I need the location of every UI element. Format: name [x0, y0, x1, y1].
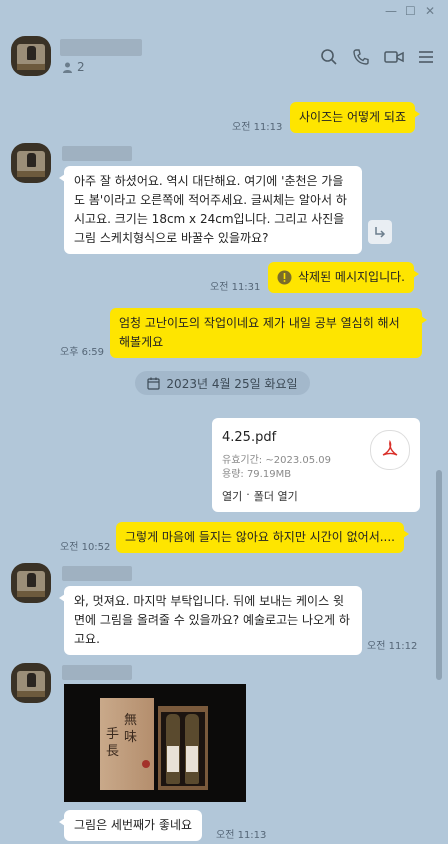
maximize-button[interactable]: ☐	[405, 4, 416, 18]
deleted-message-text: 삭제된 메시지입니다.	[298, 270, 405, 284]
friend-avatar[interactable]	[11, 143, 51, 183]
person-icon	[63, 62, 72, 73]
my-message-bubble[interactable]: 엄청 고난이도의 작업이네요 제가 내일 공부 열심히 해서 해볼게요	[110, 308, 427, 358]
my-message-bubble[interactable]: 사이즈는 어떻게 되죠	[290, 102, 420, 133]
menu-icon[interactable]	[418, 49, 434, 65]
file-expiry: 유효기간: ~2023.05.09	[222, 455, 331, 466]
open-file-link[interactable]: 열기	[222, 488, 242, 504]
friend-avatar[interactable]	[11, 563, 51, 603]
date-divider: 2023년 4월 25일 화요일	[135, 371, 310, 395]
message-time: 오후 6:59	[60, 347, 105, 358]
file-name: 4.25.pdf	[222, 430, 277, 445]
case-text-left: 手長	[106, 727, 120, 759]
calendar-icon	[147, 377, 161, 390]
link-separator: ·	[246, 488, 250, 501]
message-time: 오전 11:13	[216, 830, 267, 841]
file-size: 용량: 79.19MB	[222, 469, 292, 480]
deleted-message-bubble[interactable]: 삭제된 메시지입니다.	[268, 262, 419, 293]
minimize-button[interactable]: —	[385, 4, 397, 18]
friend-avatar[interactable]	[11, 663, 51, 703]
chat-avatar[interactable]	[11, 36, 51, 76]
friend-message-bubble[interactable]: 와, 멋져요. 마지막 부탁입니다. 뒤에 보내는 케이스 윗면에 그림을 올려…	[59, 586, 362, 655]
friend-name-blurred	[62, 566, 132, 581]
friend-message-bubble[interactable]: 아주 잘 하셨어요. 역시 대단해요. 여기에 '춘천은 가을도 봄'이라고 오…	[59, 166, 362, 254]
message-time: 오전 10:52	[60, 542, 111, 553]
scrollbar-thumb[interactable]	[436, 470, 442, 680]
phone-icon[interactable]	[352, 48, 370, 66]
bottle-box-image	[158, 706, 208, 790]
close-button[interactable]: ✕	[425, 4, 435, 18]
friend-name-blurred	[62, 146, 132, 161]
member-count-value: 2	[77, 60, 85, 74]
seal-mark	[142, 760, 150, 768]
share-button[interactable]	[368, 220, 392, 244]
message-time: 오전 11:31	[210, 282, 261, 293]
friend-name-blurred	[62, 665, 132, 680]
member-count[interactable]: 2	[62, 60, 85, 74]
forward-arrow-icon	[375, 227, 386, 238]
file-attachment-card[interactable]: 4.25.pdf 유효기간: ~2023.05.09 용량: 79.19MB 열…	[212, 418, 420, 512]
chat-title-blurred	[60, 39, 142, 56]
wooden-case-image: 手長 無味	[100, 698, 154, 790]
pdf-icon	[370, 430, 410, 470]
search-icon[interactable]	[320, 48, 338, 66]
my-message-bubble[interactable]: 그렇게 마음에 들지는 않아요 하지만 시간이 없어서....	[116, 522, 409, 553]
warning-icon	[277, 270, 292, 285]
message-time: 오전 11:12	[367, 641, 418, 652]
case-text-right: 無味	[124, 713, 138, 745]
message-time: 오전 11:13	[232, 122, 283, 133]
video-call-icon[interactable]	[384, 49, 404, 65]
open-folder-link[interactable]: 폴더 열기	[254, 488, 298, 504]
date-divider-text: 2023년 4월 25일 화요일	[166, 376, 298, 391]
friend-message-bubble[interactable]: 그림은 세번째가 좋네요	[58, 810, 203, 841]
photo-attachment[interactable]: 手長 無味	[64, 684, 246, 802]
